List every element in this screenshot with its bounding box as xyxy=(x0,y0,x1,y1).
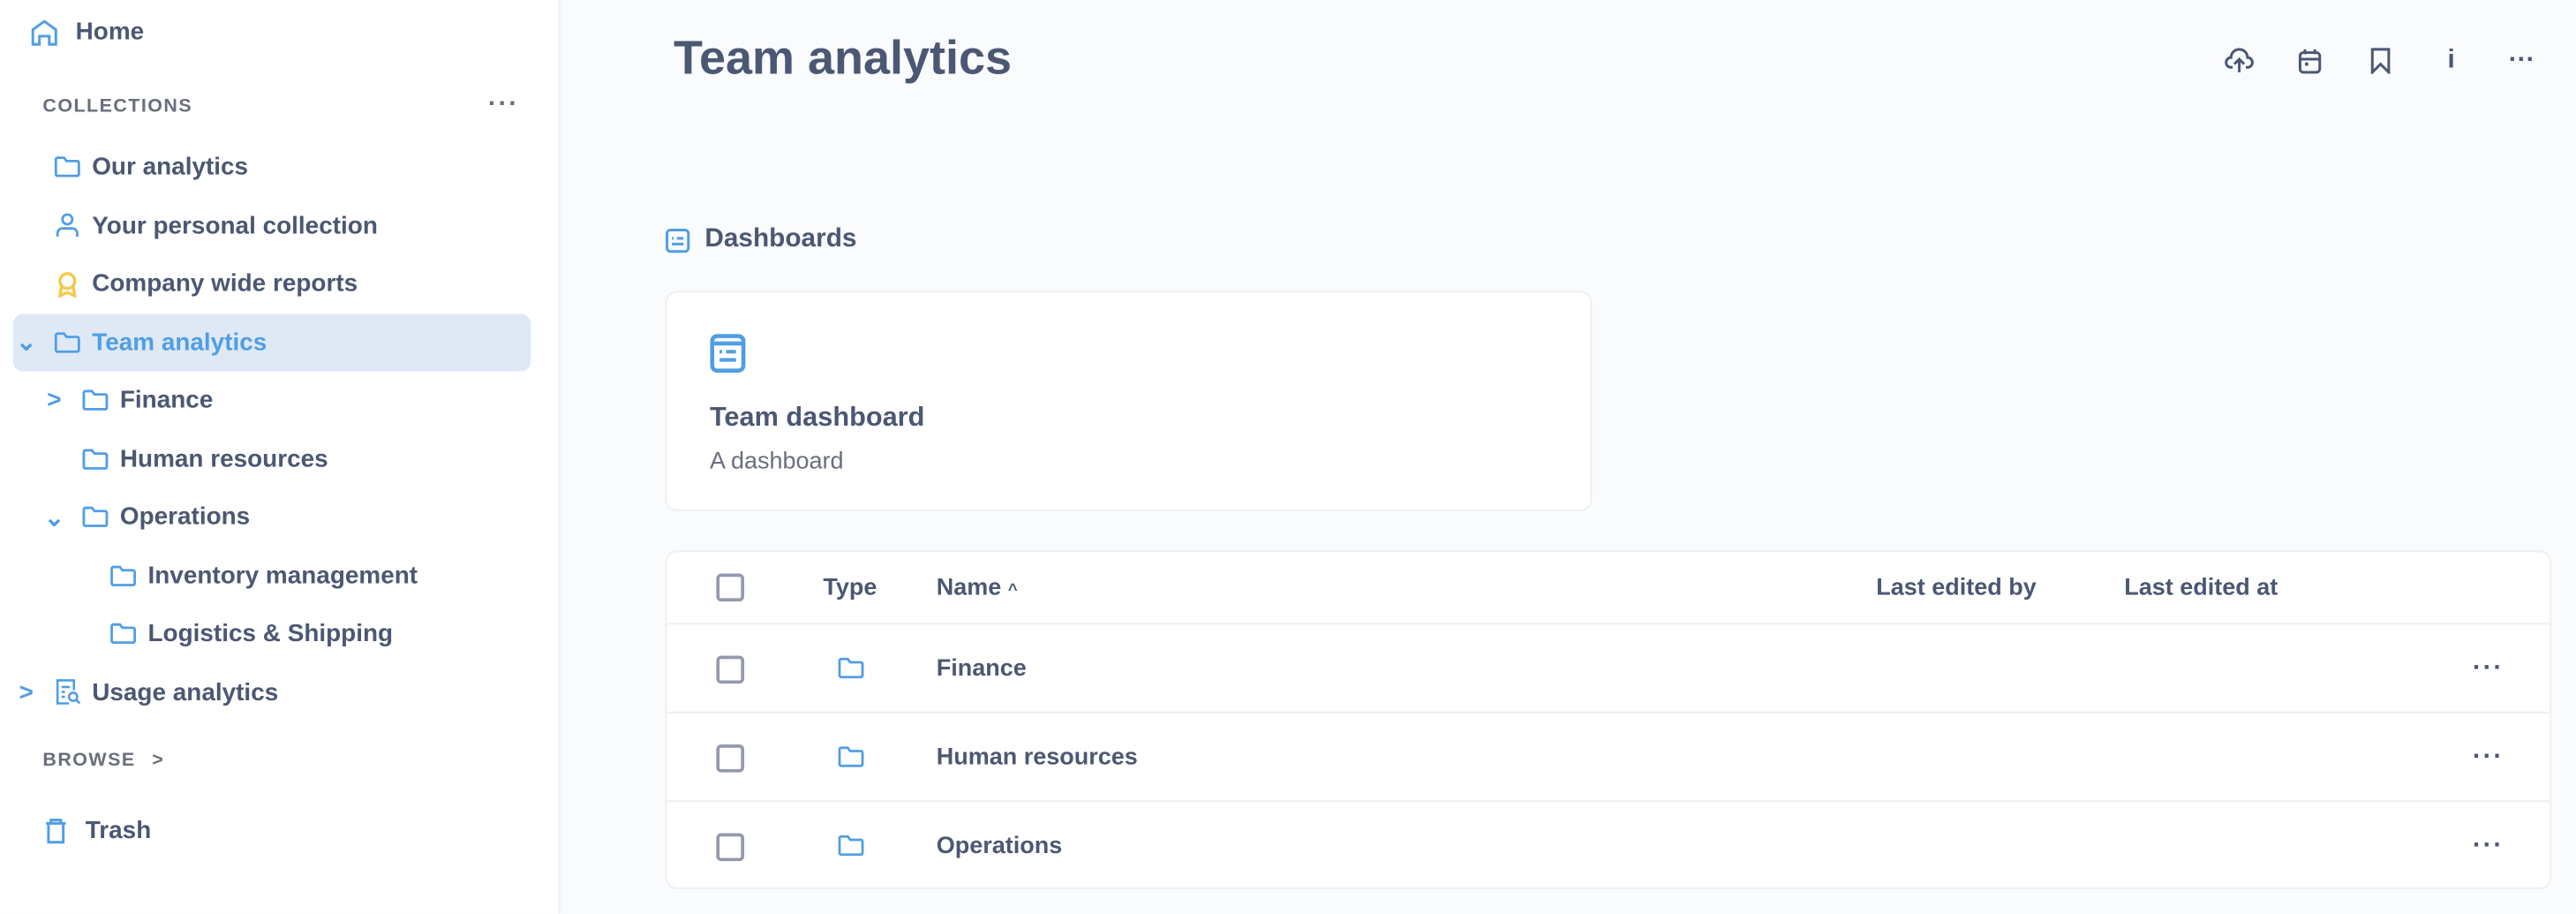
item-name[interactable]: Human resources xyxy=(937,744,1138,771)
folder-icon xyxy=(838,835,864,857)
items-table: Type Name ^ Last edited by Last edited a… xyxy=(665,550,2552,890)
sidebar-item-trash[interactable]: Trash xyxy=(42,802,531,859)
sidebar-item-finance[interactable]: > Finance xyxy=(13,372,531,429)
upload-icon xyxy=(2225,48,2254,72)
sidebar-item-human-resources[interactable]: Human resources xyxy=(13,430,531,487)
sidebar-item-label: Our analytics xyxy=(92,153,249,181)
row-more-button[interactable]: ··· xyxy=(2473,832,2504,861)
sidebar-item-label: Finance xyxy=(119,386,214,414)
folder-icon xyxy=(838,657,864,679)
chevron-right-icon[interactable]: > xyxy=(13,678,40,706)
dashboards-section-header: Dashboards xyxy=(666,224,857,254)
dashboard-icon xyxy=(666,228,690,253)
row-checkbox[interactable] xyxy=(716,744,745,772)
dashboard-card[interactable]: Team dashboard A dashboard xyxy=(665,291,1593,511)
bookmark-icon xyxy=(2370,48,2391,74)
bookmark-button[interactable] xyxy=(2364,44,2397,77)
sidebar-item-label: Company wide reports xyxy=(92,269,358,298)
sidebar-item-label: Operations xyxy=(119,502,251,532)
usage-analytics-icon xyxy=(55,679,80,705)
main-content: Team analytics i ··· Dashboards Team das… xyxy=(561,0,2576,914)
sidebar-item-operations[interactable]: ⌄ Operations xyxy=(13,488,531,546)
sidebar-item-logistics-shipping[interactable]: Logistics & Shipping xyxy=(13,605,531,662)
row-checkbox[interactable] xyxy=(716,832,745,861)
browse-button[interactable]: BROWSE > xyxy=(42,751,164,770)
folder-icon xyxy=(82,389,109,411)
sidebar: Home COLLECTIONS ··· Our analytics Your p… xyxy=(0,0,561,914)
row-more-button[interactable]: ··· xyxy=(2473,743,2504,772)
browse-label: BROWSE xyxy=(42,751,136,771)
trash-icon xyxy=(46,818,66,843)
chevron-down-icon[interactable]: ⌄ xyxy=(41,502,68,532)
folder-icon xyxy=(82,448,109,469)
sidebar-item-label: Team analytics xyxy=(92,328,267,356)
folder-icon xyxy=(110,564,136,585)
dashboard-title: Team dashboard xyxy=(709,402,925,433)
folder-icon xyxy=(110,623,136,645)
sidebar-item-home[interactable]: Home xyxy=(29,4,531,61)
sidebar-item-label: Trash xyxy=(85,816,152,845)
sidebar-item-company-wide-reports[interactable]: Company wide reports xyxy=(13,254,531,312)
sidebar-item-label: Inventory management xyxy=(147,561,418,590)
calendar-button[interactable] xyxy=(2294,44,2326,77)
badge-icon xyxy=(57,271,77,297)
column-last-edited-at[interactable]: Last edited at xyxy=(2124,574,2278,601)
chevron-right-icon: > xyxy=(152,751,165,771)
sidebar-item-label: Your personal collection xyxy=(92,211,378,239)
select-all-checkbox[interactable] xyxy=(716,573,745,602)
collections-label: COLLECTIONS xyxy=(42,96,193,117)
chevron-down-icon[interactable]: ⌄ xyxy=(13,327,40,357)
more-icon[interactable]: ··· xyxy=(2505,44,2538,77)
dashboards-heading: Dashboards xyxy=(704,224,857,253)
sidebar-item-inventory-management[interactable]: Inventory management xyxy=(13,547,531,604)
folder-icon xyxy=(54,331,80,352)
column-name-label: Name xyxy=(936,574,1002,601)
sidebar-item-your-personal-collection[interactable]: Your personal collection xyxy=(13,196,531,253)
calendar-icon xyxy=(2298,49,2322,74)
column-type[interactable]: Type xyxy=(823,574,877,601)
info-icon[interactable]: i xyxy=(2435,44,2467,77)
sidebar-item-label: Human resources xyxy=(119,444,328,473)
chevron-right-icon[interactable]: > xyxy=(41,386,68,414)
column-last-edited-by[interactable]: Last edited by xyxy=(1876,574,2036,601)
table-header: Type Name ^ Last edited by Last edited a… xyxy=(667,552,2550,623)
sidebar-item-label: Logistics & Shipping xyxy=(147,619,394,648)
collections-more-button[interactable]: ··· xyxy=(488,90,519,119)
person-icon xyxy=(56,213,79,237)
sidebar-item-team-analytics[interactable]: ⌄ Team analytics xyxy=(12,313,531,371)
item-name[interactable]: Operations xyxy=(937,834,1062,860)
folder-icon xyxy=(82,506,109,527)
sidebar-item-usage-analytics[interactable]: > Usage analytics xyxy=(13,663,531,721)
folder-icon xyxy=(54,156,80,178)
home-icon xyxy=(31,19,57,45)
row-checkbox[interactable] xyxy=(716,654,745,684)
folder-icon xyxy=(838,746,864,767)
column-name[interactable]: Name ^ xyxy=(937,574,1018,601)
row-more-button[interactable]: ··· xyxy=(2473,654,2504,684)
page-title: Team analytics xyxy=(674,33,1012,86)
table-row[interactable]: Operations ··· xyxy=(667,800,2550,890)
sort-ascending-icon: ^ xyxy=(1007,580,1018,600)
sidebar-item-our-analytics[interactable]: Our analytics xyxy=(13,138,531,195)
upload-button[interactable] xyxy=(2223,44,2256,77)
dashboard-description: A dashboard xyxy=(709,449,844,475)
sidebar-item-label: Home xyxy=(75,18,145,47)
dashboard-icon xyxy=(710,334,746,373)
table-row[interactable]: Human resources ··· xyxy=(667,711,2550,802)
item-name[interactable]: Finance xyxy=(937,656,1027,683)
sidebar-item-label: Usage analytics xyxy=(92,677,279,706)
table-row[interactable]: Finance ··· xyxy=(667,623,2550,713)
